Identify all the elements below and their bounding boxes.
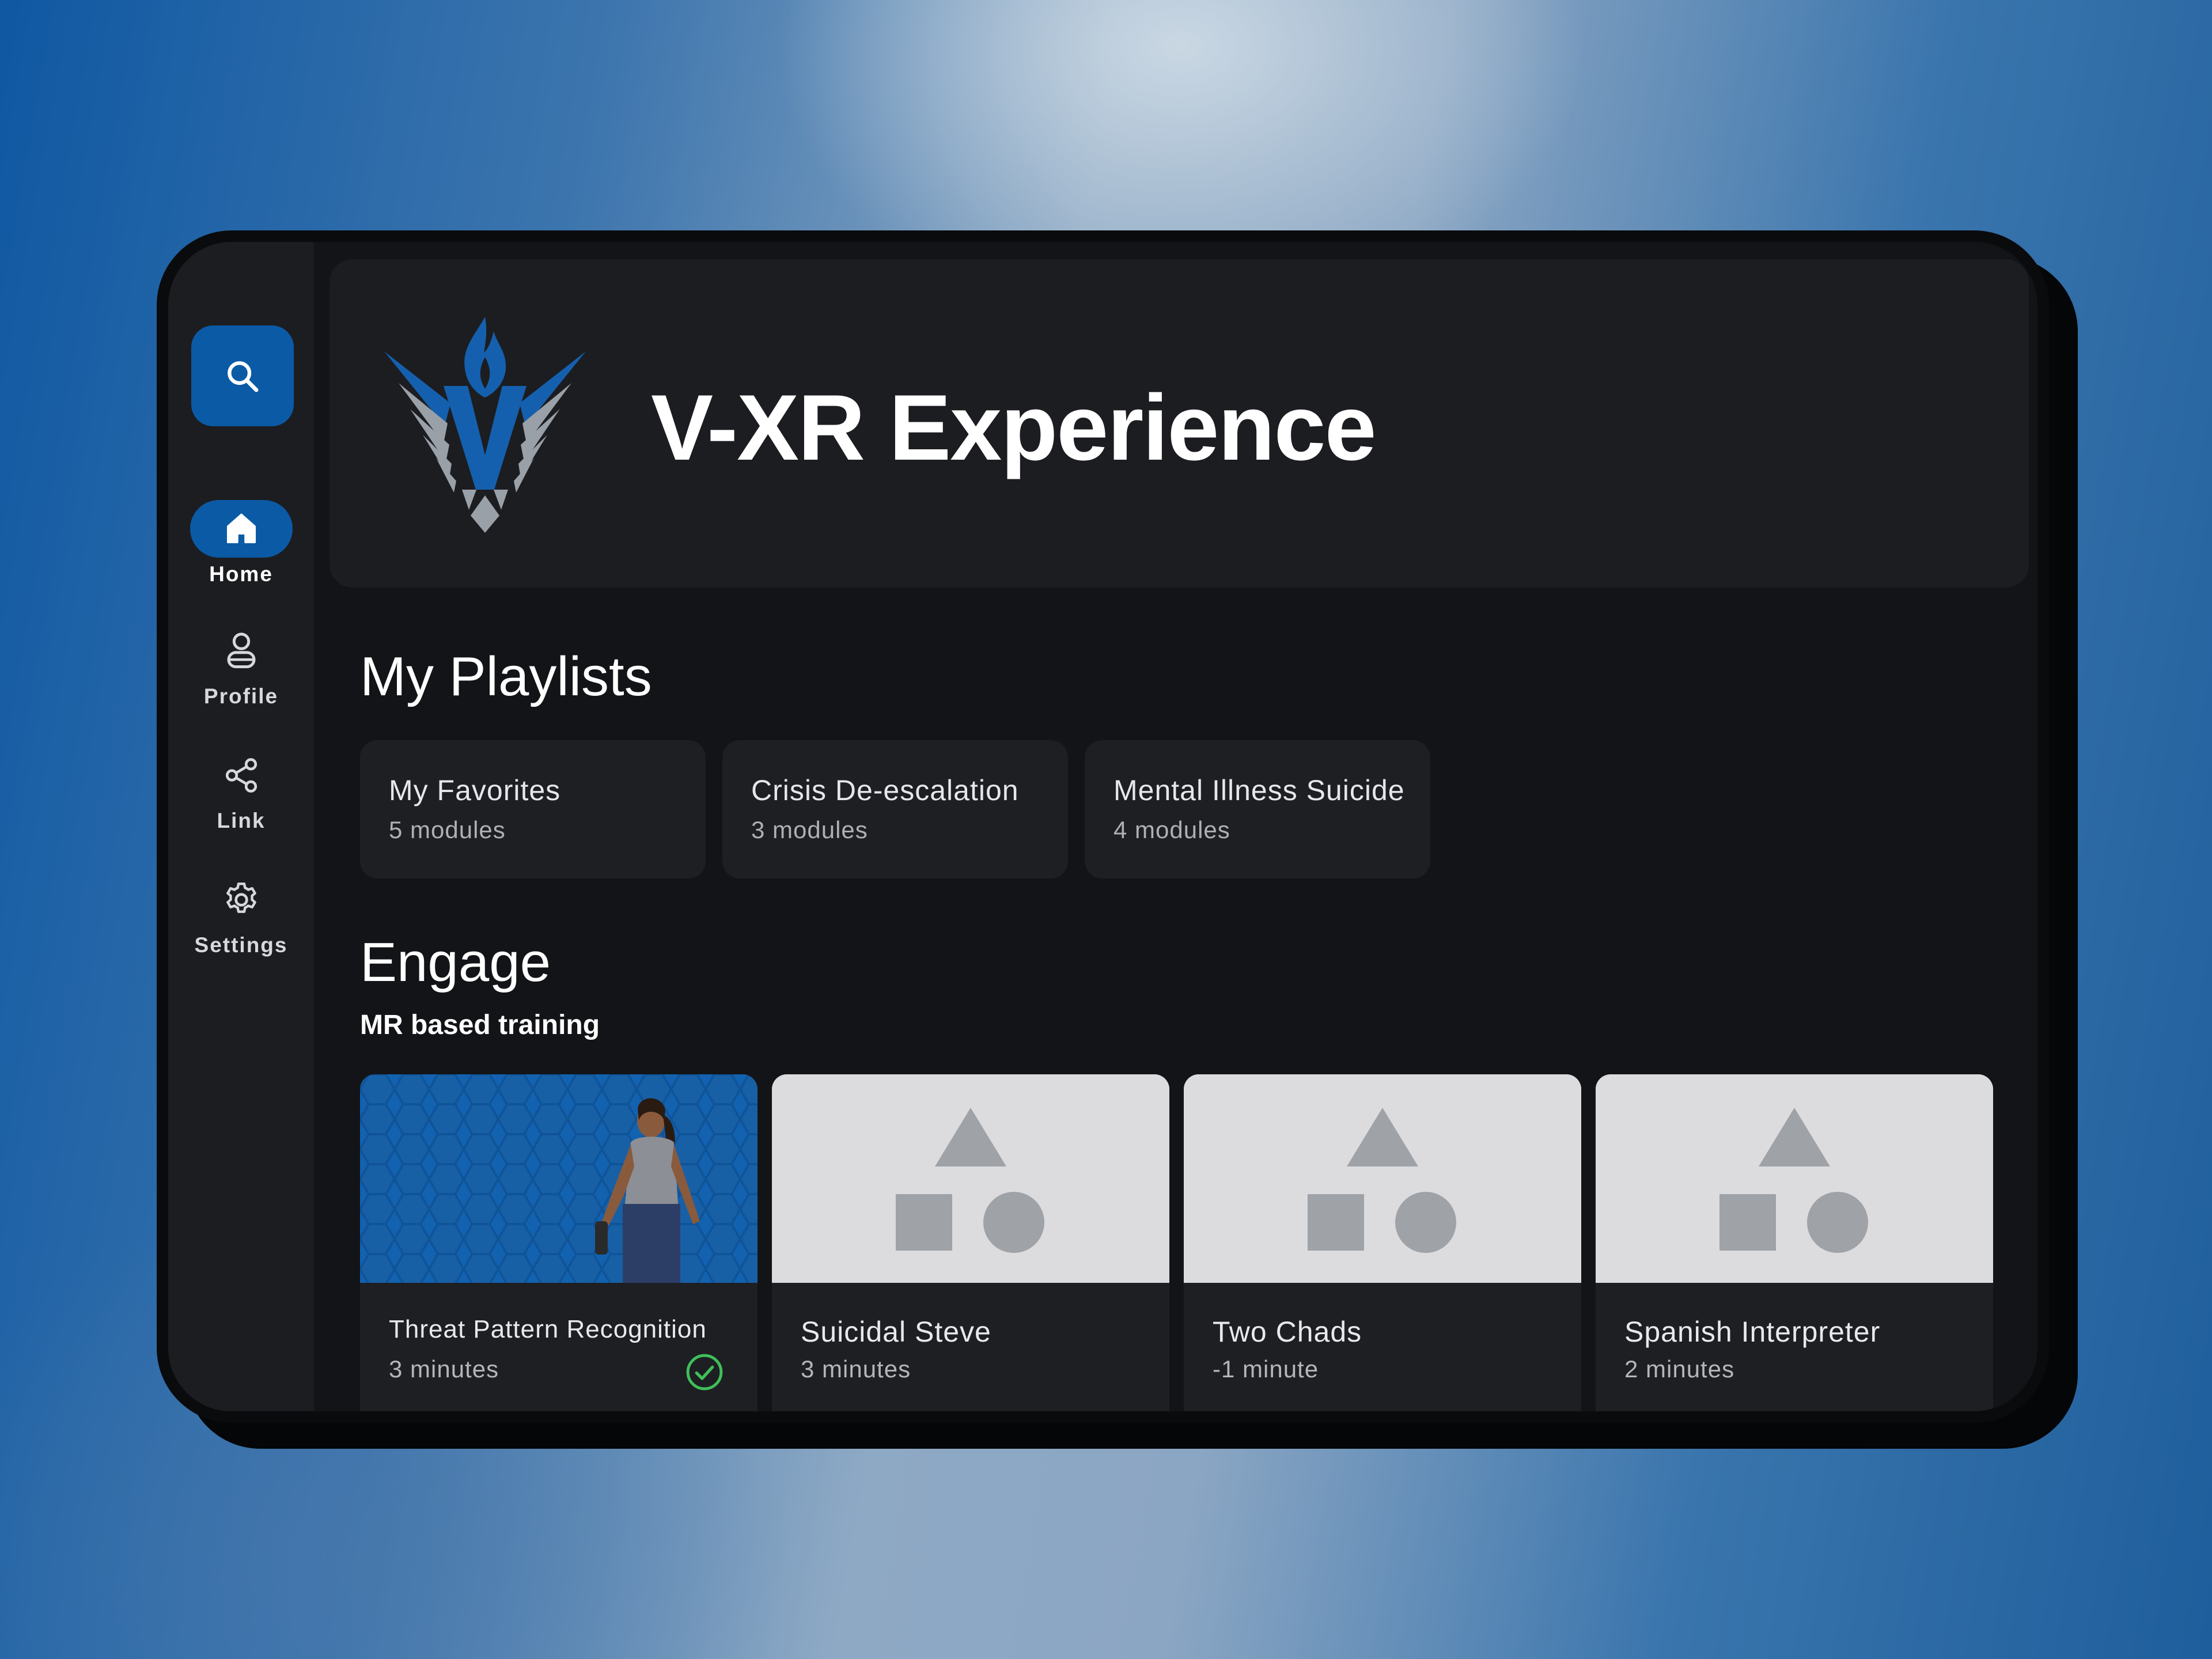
sidebar: Home Profile Link Settings <box>168 242 314 1411</box>
sidebar-item-home[interactable]: Home <box>168 500 314 586</box>
module-duration: -1 minute <box>1213 1355 1319 1382</box>
page-title: V-XR Experience <box>651 376 1377 480</box>
check-circle-icon <box>686 1354 723 1391</box>
gear-icon <box>226 882 256 913</box>
placeholder-shapes-icon <box>1184 1074 1581 1283</box>
sidebar-item-settings[interactable]: Settings <box>168 871 314 957</box>
user-icon <box>227 632 255 668</box>
playlist-count: 4 modules <box>1113 816 1230 843</box>
module-duration: 3 minutes <box>389 1355 499 1382</box>
placeholder-shapes-icon <box>1596 1074 1993 1283</box>
module-name: Spanish Interpreter <box>1624 1316 1881 1348</box>
module-name: Suicidal Steve <box>801 1316 991 1348</box>
playlist-name: Crisis De-escalation <box>751 774 1019 806</box>
hero-banner: V-XR Experience <box>329 259 2029 588</box>
sidebar-item-profile-pill[interactable] <box>190 622 293 680</box>
placeholder-shapes-icon <box>772 1074 1169 1283</box>
sidebar-item-label: Home <box>209 562 273 586</box>
module-duration: 2 minutes <box>1624 1355 1735 1382</box>
sidebar-item-link[interactable]: Link <box>168 747 314 833</box>
sidebar-item-link-pill[interactable] <box>190 747 293 804</box>
module-card[interactable]: Spanish Interpreter 2 minutes <box>1596 1074 1993 1411</box>
module-duration: 3 minutes <box>801 1355 911 1382</box>
sidebar-item-home-pill[interactable] <box>190 500 293 558</box>
module-thumbnail <box>360 1074 757 1283</box>
playlist-name: Mental Illness Suicide <box>1113 774 1405 806</box>
playlist-card[interactable]: My Favorites 5 modules <box>360 740 706 878</box>
sidebar-item-profile[interactable]: Profile <box>168 622 314 709</box>
module-card[interactable]: Two Chads -1 minute <box>1184 1074 1581 1411</box>
playlist-card[interactable]: Crisis De-escalation 3 modules <box>722 740 1068 878</box>
tablet-frame: Home Profile Link Settings V-XR Experien… <box>157 230 2049 1423</box>
engage-heading: Engage <box>360 931 551 993</box>
playlist-name: My Favorites <box>389 774 561 806</box>
playlists-heading: My Playlists <box>360 646 652 707</box>
app-screen: Home Profile Link Settings V-XR Experien… <box>168 242 2037 1411</box>
playlist-count: 5 modules <box>389 816 506 843</box>
v-xr-winged-flame-logo-icon <box>384 317 586 533</box>
share-icon <box>225 758 257 793</box>
module-card[interactable]: Threat Pattern Recognition 3 minutes <box>360 1074 757 1411</box>
search-button[interactable] <box>191 325 294 426</box>
home-icon <box>226 513 256 544</box>
sidebar-item-label: Profile <box>203 684 279 708</box>
engage-subtitle: MR based training <box>360 1010 600 1040</box>
playlist-card[interactable]: Mental Illness Suicide 4 modules <box>1085 740 1430 878</box>
module-name: Threat Pattern Recognition <box>389 1315 707 1343</box>
module-card[interactable]: Suicidal Steve 3 minutes <box>772 1074 1169 1411</box>
sidebar-item-settings-pill[interactable] <box>190 871 293 929</box>
playlist-count: 3 modules <box>751 816 868 843</box>
sidebar-item-label: Settings <box>194 933 288 957</box>
module-name: Two Chads <box>1213 1316 1362 1348</box>
search-icon <box>228 361 259 392</box>
sidebar-item-label: Link <box>217 809 266 832</box>
